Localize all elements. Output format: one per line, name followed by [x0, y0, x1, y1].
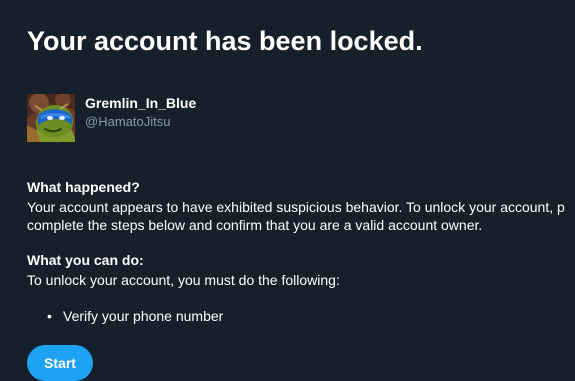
what-happened-line-2: complete the steps below and confirm tha… [27, 217, 483, 233]
display-name: Gremlin_In_Blue [85, 95, 197, 111]
what-you-can-do-heading: What you can do: [27, 252, 144, 268]
turtle-avatar-icon [27, 94, 75, 142]
unlock-step: • Verify your phone number [27, 307, 223, 325]
page-title: Your account has been locked. [27, 26, 423, 56]
unlock-step-label: Verify your phone number [63, 308, 224, 324]
unlock-instructions: To unlock your account, you must do the … [27, 272, 340, 288]
bullet-icon: • [47, 308, 52, 324]
what-happened-line-1: Your account appears to have exhibited s… [27, 199, 565, 215]
account-handle: @HamatoJitsu [85, 114, 171, 129]
account-profile: Gremlin_In_Blue @HamatoJitsu [27, 94, 196, 142]
account-names: Gremlin_In_Blue @HamatoJitsu [85, 94, 196, 130]
what-happened-heading: What happened? [27, 179, 140, 195]
unlock-steps-list: • Verify your phone number [27, 307, 223, 325]
start-button[interactable]: Start [27, 345, 93, 381]
